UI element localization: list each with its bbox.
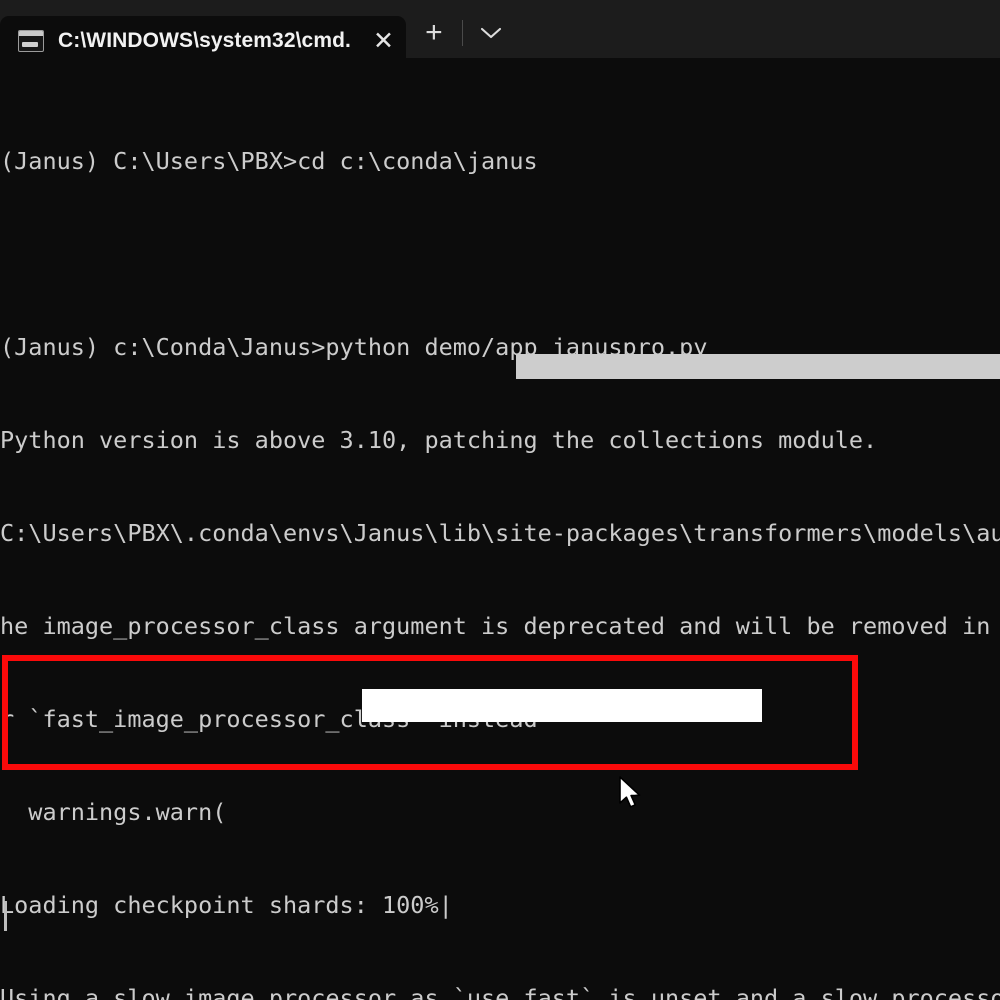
console-line: C:\Users\PBX\.conda\envs\Janus\lib\site-…: [0, 519, 1000, 547]
close-icon[interactable]: ✕: [351, 28, 394, 54]
console-line: Python version is above 3.10, patching t…: [0, 426, 878, 454]
input-caret: [4, 901, 7, 931]
console-line: (Janus) C:\Users\PBX>cd c:\conda\janus: [0, 147, 538, 175]
console-line: warnings.warn(: [0, 798, 227, 826]
title-bar: C:\WINDOWS\system32\cmd. ✕ +: [0, 0, 1000, 66]
console-line: he image_processor_class argument is dep…: [0, 612, 991, 640]
chevron-down-icon[interactable]: [463, 8, 519, 58]
tab-title: C:\WINDOWS\system32\cmd.: [58, 29, 351, 52]
console-line-progress: Loading checkpoint shards: 100%|: [0, 891, 453, 919]
cmd-window-icon: [18, 30, 44, 52]
console-line: Using a slow image processor as `use_fas…: [0, 984, 1000, 1000]
new-tab-button[interactable]: +: [406, 8, 462, 58]
terminal-body[interactable]: (Janus) C:\Users\PBX>cd c:\conda\janus (…: [0, 58, 1000, 1000]
loading-progress-bar: [516, 354, 1000, 379]
redaction-block-local-url: [362, 689, 762, 722]
terminal-window: C:\WINDOWS\system32\cmd. ✕ + (Janus) C:\…: [0, 0, 1000, 1000]
console-output: (Janus) C:\Users\PBX>cd c:\conda\janus (…: [0, 84, 1000, 1000]
